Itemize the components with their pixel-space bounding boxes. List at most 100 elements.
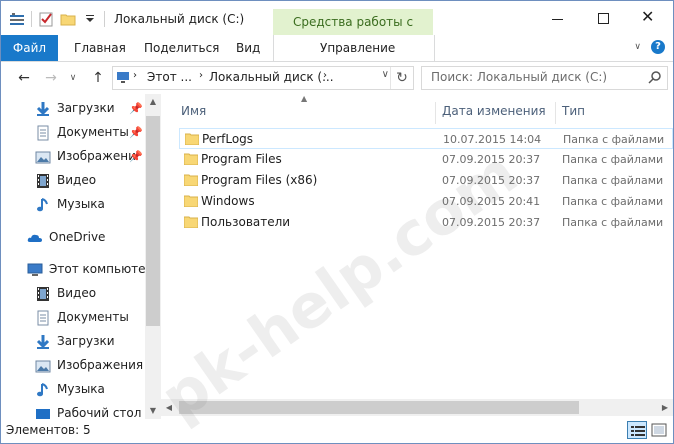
- maximize-button[interactable]: [581, 1, 627, 35]
- scroll-up-icon[interactable]: ▲: [145, 94, 161, 110]
- breadcrumb-this-pc[interactable]: Этот ...: [147, 70, 192, 84]
- download-arrow-icon: [36, 335, 50, 349]
- file-type: Папка с файлами: [563, 133, 665, 146]
- expand-ribbon-icon[interactable]: ∨: [634, 42, 641, 52]
- close-button[interactable]: ✕: [627, 1, 673, 35]
- pin-icon[interactable]: 📌: [129, 126, 143, 139]
- column-divider[interactable]: [555, 102, 556, 124]
- recent-locations-button[interactable]: ∨: [63, 67, 83, 89]
- tab-manage[interactable]: Управление: [320, 35, 395, 61]
- address-bar[interactable]: › Этот ... › Локальный диск (... › ∨ ↻: [112, 66, 414, 90]
- column-header-date[interactable]: Дата изменения: [442, 104, 546, 118]
- file-row-program-files-x86[interactable]: Program Files (x86) 07.09.2015 20:37 Пап…: [179, 170, 673, 191]
- nav-item-onedrive[interactable]: OneDrive: [1, 227, 146, 249]
- nav-item-desktop[interactable]: Рабочий стол: [1, 403, 146, 419]
- navigation-pane: Загрузки 📌 Документы 📌 Изображени 📌 Виде…: [1, 94, 161, 419]
- nav-item-video[interactable]: Видео: [1, 283, 146, 305]
- scroll-thumb[interactable]: [146, 116, 160, 326]
- nav-item-label: Документы: [57, 125, 129, 139]
- nav-item-documents[interactable]: Документы: [1, 307, 146, 329]
- refresh-icon[interactable]: ↻: [390, 67, 413, 89]
- quick-access-toolbar: [9, 9, 105, 29]
- nav-item-pictures[interactable]: Изображения: [1, 355, 146, 377]
- computer-icon: [116, 70, 130, 84]
- forward-button[interactable]: →: [41, 67, 61, 89]
- column-header-name[interactable]: Имя: [181, 104, 206, 118]
- breadcrumb-separator: ›: [323, 70, 327, 81]
- nav-item-pictures-quick[interactable]: Изображени 📌: [1, 146, 146, 168]
- nav-item-label: Видео: [57, 173, 97, 187]
- tab-file[interactable]: Файл: [1, 35, 58, 61]
- video-icon: [37, 287, 49, 301]
- pictures-icon: [35, 360, 51, 373]
- search-box[interactable]: Поиск: Локальный диск (C:): [421, 66, 668, 90]
- nav-item-music-quick[interactable]: Музыка: [1, 194, 146, 216]
- column-header-type[interactable]: Тип: [562, 104, 585, 118]
- file-date: 07.09.2015 20:37: [442, 216, 541, 229]
- scroll-right-icon[interactable]: ▶: [657, 399, 673, 416]
- file-date: 07.09.2015 20:37: [442, 153, 541, 166]
- nav-item-music[interactable]: Музыка: [1, 379, 146, 401]
- view-switcher: [627, 421, 669, 439]
- document-icon: [37, 310, 49, 326]
- file-list-hscrollbar[interactable]: ◀ ▶: [161, 399, 673, 416]
- desktop-icon: [36, 409, 50, 419]
- nav-item-this-pc[interactable]: Этот компьютер: [1, 259, 153, 281]
- arrow-up-icon: ↑: [92, 70, 104, 86]
- tab-view[interactable]: Вид: [236, 35, 260, 61]
- file-name: Windows: [201, 194, 255, 208]
- folder-icon: [184, 216, 198, 228]
- file-type: Папка с файлами: [562, 195, 664, 208]
- up-button[interactable]: ↑: [88, 67, 108, 89]
- toolbar-separator: [104, 11, 105, 27]
- details-view-button[interactable]: [627, 421, 647, 439]
- properties-icon[interactable]: [38, 11, 54, 27]
- back-button[interactable]: ←: [14, 67, 34, 89]
- tab-home[interactable]: Главная: [74, 35, 126, 61]
- tab-share[interactable]: Поделиться: [144, 35, 219, 61]
- file-list: ▲ Имя Дата изменения Тип PerfLogs 10.07.…: [171, 94, 673, 419]
- nav-item-video-quick[interactable]: Видео: [1, 170, 146, 192]
- folder-icon: [184, 195, 198, 207]
- nav-pane-scrollbar[interactable]: ▲ ▼: [145, 94, 161, 419]
- minimize-button[interactable]: [535, 1, 581, 35]
- new-folder-icon[interactable]: [60, 11, 76, 27]
- file-row-users[interactable]: Пользователи 07.09.2015 20:37 Папка с фа…: [179, 212, 673, 233]
- close-icon: ✕: [641, 7, 655, 26]
- minimize-icon: [552, 19, 563, 20]
- file-row-perflogs[interactable]: PerfLogs 10.07.2015 14:04 Папка с файлам…: [179, 128, 673, 149]
- scroll-left-icon[interactable]: ◀: [161, 399, 177, 416]
- search-placeholder: Поиск: Локальный диск (C:): [431, 70, 608, 84]
- nav-item-label: OneDrive: [49, 230, 106, 244]
- status-bar: Элементов: 5: [1, 419, 673, 443]
- scroll-thumb[interactable]: [179, 401, 579, 414]
- large-icons-view-icon: [651, 423, 667, 437]
- file-name: Пользователи: [201, 215, 291, 229]
- column-divider[interactable]: [435, 102, 436, 124]
- file-date: 07.09.2015 20:37: [442, 174, 541, 187]
- file-row-program-files[interactable]: Program Files 07.09.2015 20:37 Папка с ф…: [179, 149, 673, 170]
- maximize-icon: [598, 13, 609, 24]
- large-icons-view-button[interactable]: [649, 421, 669, 439]
- pin-icon[interactable]: 📌: [129, 102, 143, 115]
- nav-item-downloads-quick[interactable]: Загрузки 📌: [1, 98, 146, 120]
- nav-item-documents-quick[interactable]: Документы 📌: [1, 122, 146, 144]
- address-history-icon[interactable]: ∨: [382, 69, 389, 80]
- customize-toolbar-icon[interactable]: [82, 11, 98, 27]
- details-view-icon: [631, 426, 645, 436]
- explorer-app-icon[interactable]: [9, 11, 25, 27]
- title-bar: Локальный диск (C:) Средства работы с ди…: [1, 1, 673, 55]
- nav-item-downloads[interactable]: Загрузки: [1, 331, 146, 353]
- file-date: 10.07.2015 14:04: [443, 133, 542, 146]
- file-row-windows[interactable]: Windows 07.09.2015 20:41 Папка с файлами: [179, 191, 673, 212]
- folder-icon: [184, 153, 198, 165]
- toolbar-separator: [31, 11, 32, 27]
- video-icon: [37, 174, 49, 188]
- breadcrumb-local-disk[interactable]: Локальный диск (...: [209, 70, 334, 84]
- breadcrumb-separator: ›: [199, 70, 203, 81]
- pin-icon[interactable]: 📌: [129, 150, 143, 163]
- music-note-icon: [37, 383, 48, 397]
- help-icon[interactable]: ?: [651, 40, 665, 54]
- scroll-down-icon[interactable]: ▼: [145, 403, 161, 419]
- address-row: ← → ∨ ↑ › Этот ... › Локальный диск (...…: [1, 62, 673, 94]
